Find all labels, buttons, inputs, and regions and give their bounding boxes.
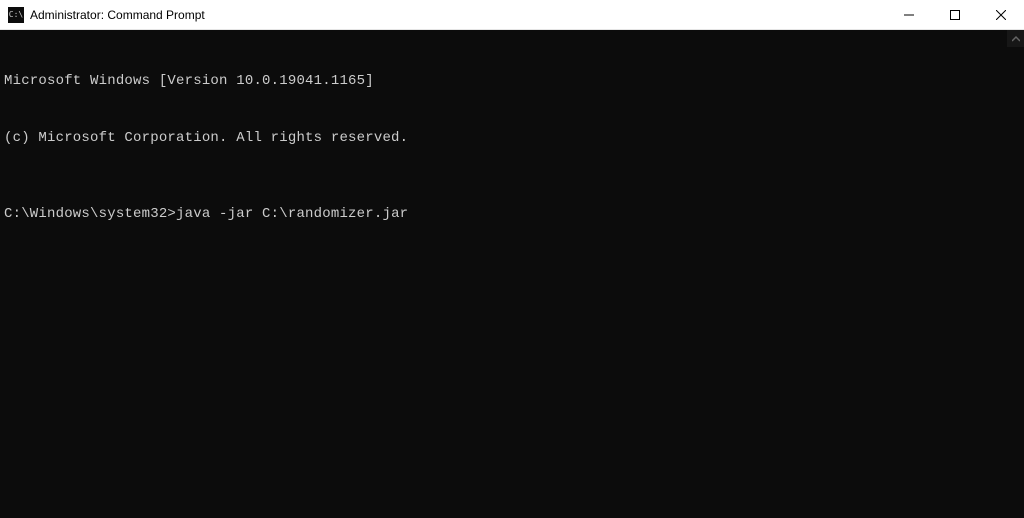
- close-button[interactable]: [978, 0, 1024, 30]
- window-title: Administrator: Command Prompt: [30, 8, 886, 22]
- terminal-command: java -jar C:\randomizer.jar: [176, 206, 408, 222]
- minimize-button[interactable]: [886, 0, 932, 30]
- window-controls: [886, 0, 1024, 29]
- minimize-icon: [904, 10, 914, 20]
- chevron-up-icon: [1012, 35, 1020, 43]
- maximize-button[interactable]: [932, 0, 978, 30]
- cmd-icon: C:\: [8, 7, 24, 23]
- terminal-prompt: C:\Windows\system32>: [4, 206, 176, 222]
- maximize-icon: [950, 10, 960, 20]
- terminal-output-line: (c) Microsoft Corporation. All rights re…: [4, 129, 1024, 148]
- scroll-up-button[interactable]: [1007, 30, 1024, 47]
- close-icon: [996, 10, 1006, 20]
- terminal-output-line: Microsoft Windows [Version 10.0.19041.11…: [4, 72, 1024, 91]
- terminal-prompt-line: C:\Windows\system32>java -jar C:\randomi…: [4, 205, 1024, 224]
- scrollbar[interactable]: [1007, 30, 1024, 518]
- titlebar: C:\ Administrator: Command Prompt: [0, 0, 1024, 30]
- terminal-area[interactable]: Microsoft Windows [Version 10.0.19041.11…: [0, 30, 1024, 518]
